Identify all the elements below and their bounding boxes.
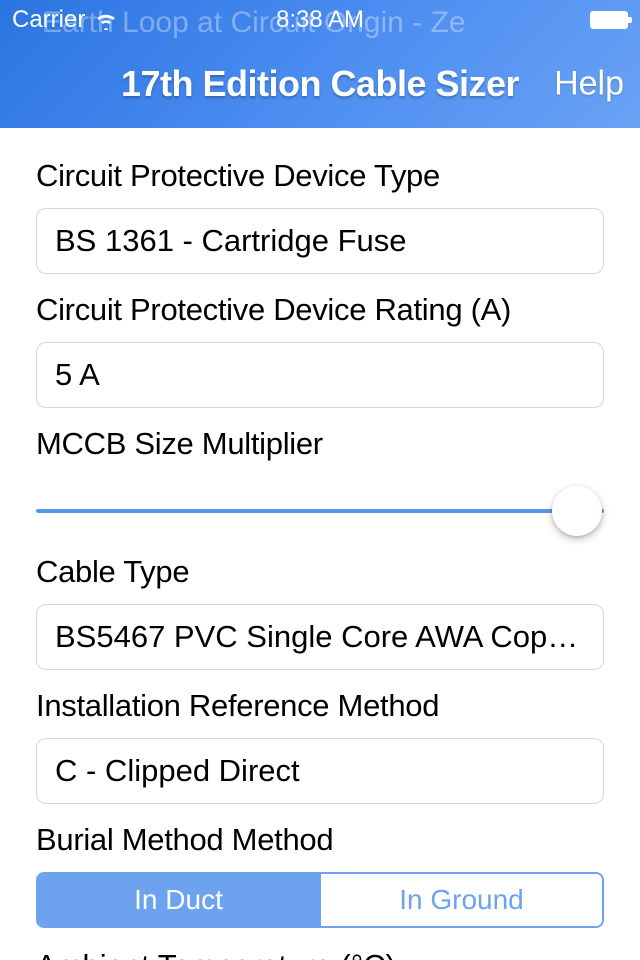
background-title: Earth Loop at Circuit Origin - Ze: [42, 6, 466, 40]
help-button[interactable]: Help: [554, 65, 624, 104]
protective-device-rating-label: Circuit Protective Device Rating (A): [36, 292, 604, 328]
protective-device-type-select[interactable]: BS 1361 - Cartridge Fuse: [36, 208, 604, 274]
burial-method-label: Burial Method Method: [36, 822, 604, 858]
burial-option-duct[interactable]: In Duct: [38, 874, 319, 926]
app-title: 17th Edition Cable Sizer: [0, 63, 640, 105]
status-right: [590, 11, 628, 29]
protective-device-type-label: Circuit Protective Device Type: [36, 158, 604, 194]
mccb-multiplier-label: MCCB Size Multiplier: [36, 426, 604, 462]
install-ref-select[interactable]: C - Clipped Direct: [36, 738, 604, 804]
mccb-slider[interactable]: [36, 486, 604, 536]
burial-segmented-control: In Duct In Ground: [36, 872, 604, 928]
battery-icon: [590, 11, 628, 29]
nav-bar: 17th Edition Cable Sizer Help: [0, 40, 640, 128]
burial-option-ground[interactable]: In Ground: [319, 874, 602, 926]
protective-device-rating-select[interactable]: 5 A: [36, 342, 604, 408]
cable-type-label: Cable Type: [36, 554, 604, 590]
app-header: Carrier 8:38 AM Earth Loop at Circuit Or…: [0, 0, 640, 128]
cable-type-select[interactable]: BS5467 PVC Single Core AWA Copper...: [36, 604, 604, 670]
install-ref-label: Installation Reference Method: [36, 688, 604, 724]
form-content: Circuit Protective Device Type BS 1361 -…: [0, 128, 640, 960]
ambient-temp-label: Ambient Temperature (°C): [36, 948, 604, 960]
slider-thumb[interactable]: [552, 486, 602, 536]
slider-track: [36, 509, 604, 513]
